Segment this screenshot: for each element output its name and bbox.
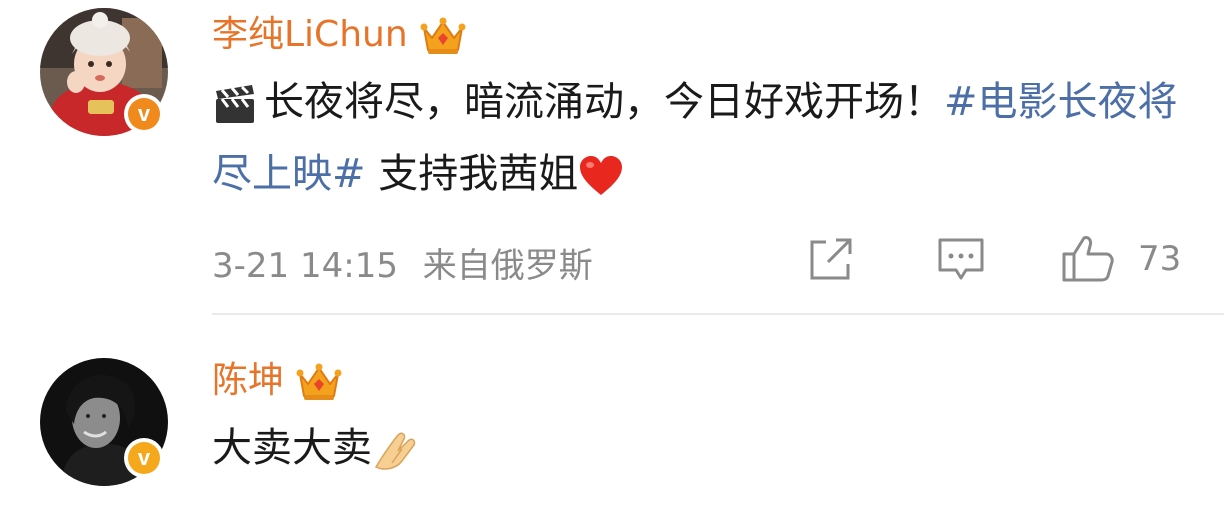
heart-icon — [580, 156, 623, 195]
username-text[interactable]: 陈坤 — [212, 363, 284, 399]
location: 来自俄罗斯 — [422, 246, 593, 286]
comment-text: 长夜将尽，暗流涌动，今日好戏开场！#电影长夜将尽上映# 支持我茜姐 — [212, 66, 1192, 210]
comment-item: v 陈坤 大卖大卖 — [0, 316, 1224, 515]
comment-text: 大卖大卖 — [212, 412, 1192, 484]
username[interactable]: 陈坤 — [212, 360, 342, 402]
share-button[interactable] — [806, 234, 856, 284]
username-text[interactable]: 李纯LiChun — [212, 17, 408, 53]
verified-badge: v — [124, 438, 164, 478]
comment-body: 长夜将尽，暗流涌动，今日好戏开场！ — [264, 79, 944, 125]
comment-icon — [938, 238, 984, 280]
comment-meta: 3-21 14:15 来自俄罗斯 — [212, 238, 593, 287]
divider — [212, 313, 1224, 315]
crown-icon — [420, 17, 466, 54]
like-button[interactable]: 73 — [1060, 234, 1181, 284]
comment-item: v 李纯LiChun 长夜将尽，暗流涌动，今日好戏开场！#电影长夜将尽上映# 支… — [0, 0, 1224, 312]
verified-badge: v — [124, 94, 164, 134]
comment-body-suffix: 支持我茜姐 — [365, 151, 579, 197]
like-count: 73 — [1138, 239, 1182, 279]
crown-icon — [296, 363, 342, 400]
like-icon — [1062, 236, 1114, 282]
timestamp: 3-21 14:15 — [212, 246, 398, 286]
username[interactable]: 李纯LiChun — [212, 14, 466, 56]
comment-body: 大卖大卖 — [212, 425, 372, 471]
verified-v-icon: v — [128, 98, 160, 130]
share-icon — [810, 238, 852, 280]
verified-v-icon: v — [128, 442, 160, 474]
palms-together-icon — [374, 432, 416, 470]
clapper-board-icon — [216, 85, 254, 123]
comment-button[interactable] — [936, 234, 986, 284]
